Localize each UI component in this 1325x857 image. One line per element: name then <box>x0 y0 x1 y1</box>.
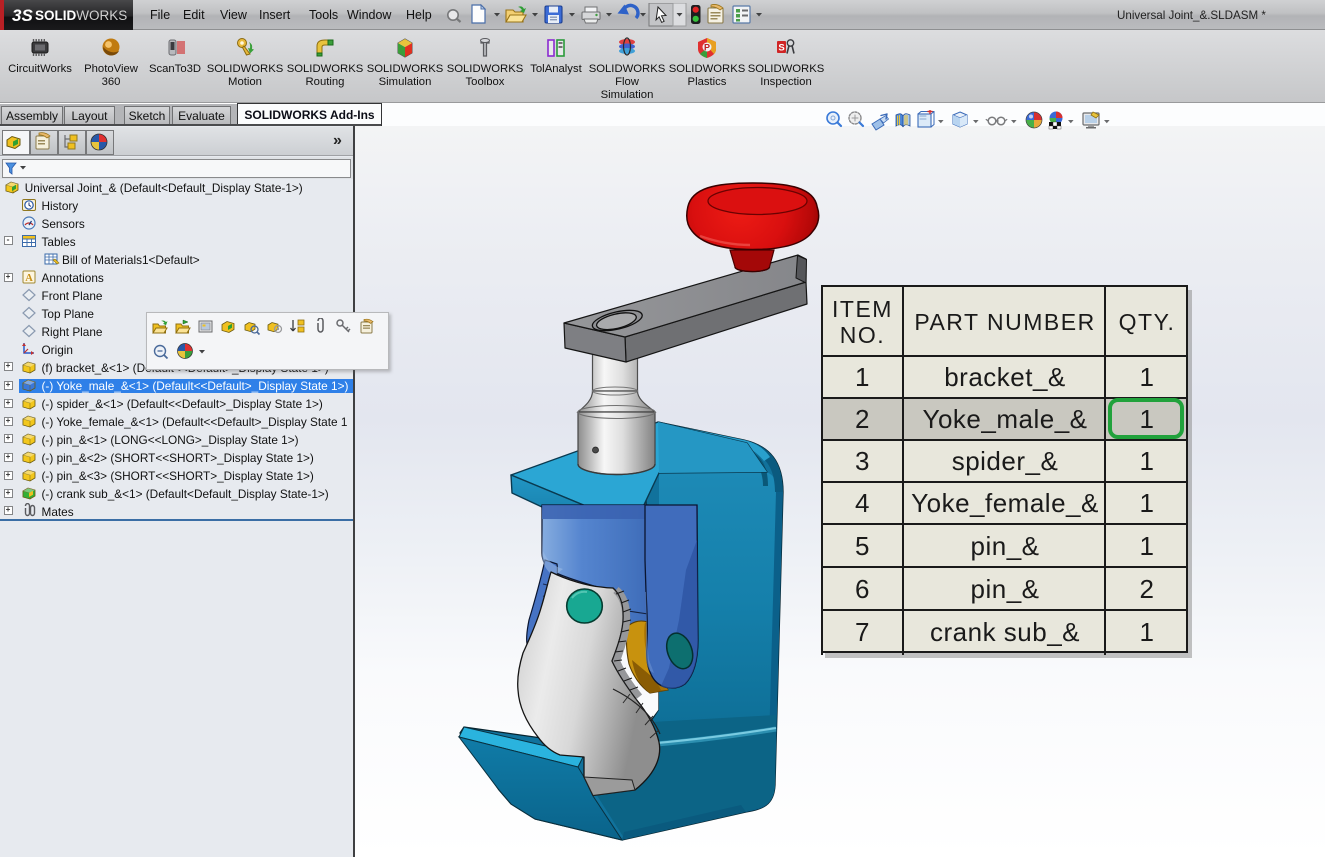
svg-text:S: S <box>778 43 784 54</box>
svg-text:P: P <box>704 43 710 53</box>
svg-text:3S: 3S <box>12 6 33 25</box>
svg-text:A: A <box>25 273 33 284</box>
svg-text:SOLIDWORKS: SOLIDWORKS <box>35 8 127 23</box>
